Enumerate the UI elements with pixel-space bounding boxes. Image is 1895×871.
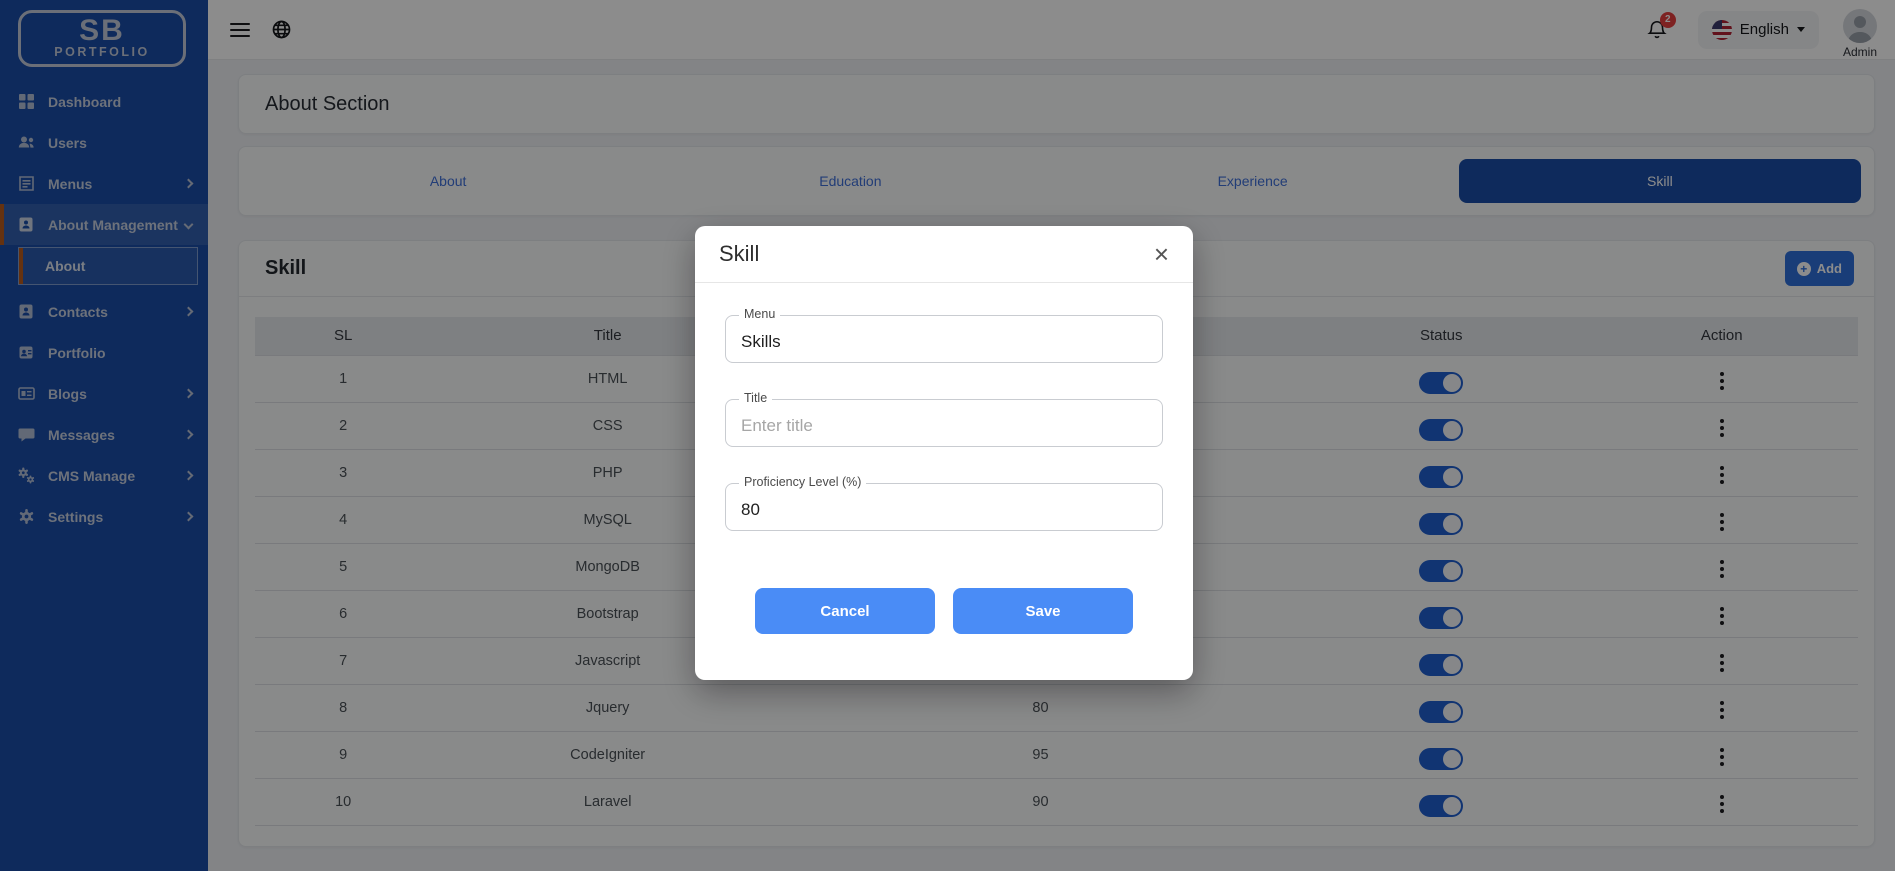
cancel-button[interactable]: Cancel — [755, 588, 935, 634]
proficiency-field-label: Proficiency Level (%) — [739, 475, 866, 489]
title-field-label: Title — [739, 391, 772, 405]
proficiency-input[interactable] — [726, 484, 1162, 530]
menu-input[interactable] — [726, 316, 1162, 362]
title-input[interactable] — [726, 400, 1162, 446]
proficiency-field-group: Proficiency Level (%) — [725, 483, 1163, 531]
skill-modal: Skill × Menu Title Proficiency Level (%)… — [695, 226, 1193, 680]
save-button[interactable]: Save — [953, 588, 1133, 634]
modal-body: Menu Title Proficiency Level (%) Cancel … — [695, 283, 1193, 680]
menu-field-label: Menu — [739, 307, 780, 321]
modal-title: Skill — [719, 241, 759, 267]
title-field-group: Title — [725, 399, 1163, 447]
modal-actions: Cancel Save — [725, 588, 1163, 634]
close-icon[interactable]: × — [1154, 243, 1169, 265]
menu-field-group: Menu — [725, 315, 1163, 363]
modal-header: Skill × — [695, 226, 1193, 283]
